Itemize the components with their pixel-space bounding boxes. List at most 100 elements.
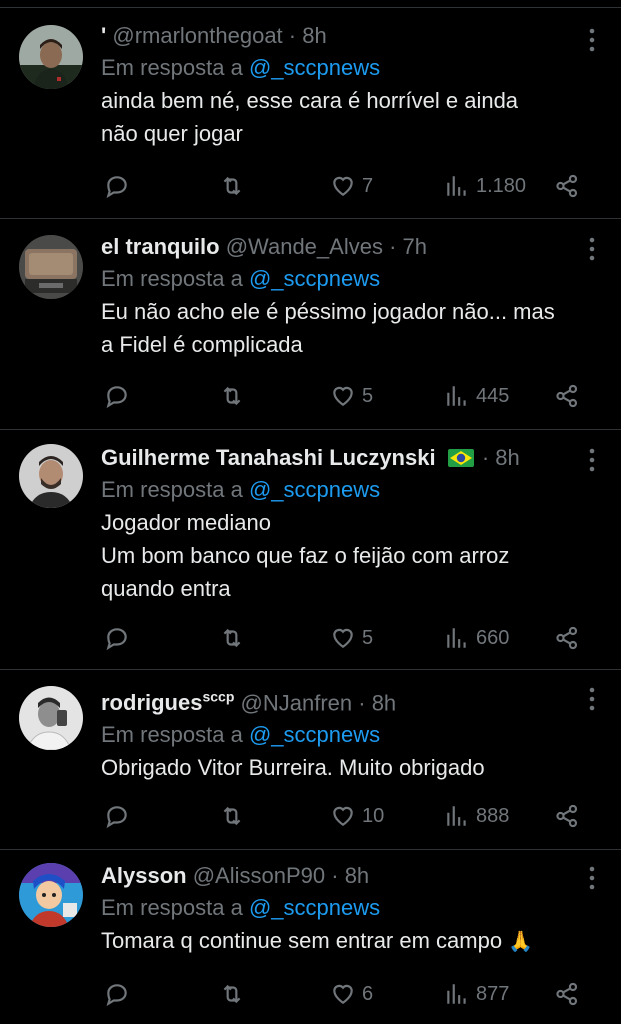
retweet-button[interactable] (219, 801, 245, 831)
view-count: 445 (476, 384, 510, 407)
reply-text: Tomara q continue sem entrar em campo 🙏 (101, 924, 581, 959)
reply-tweet[interactable]: el tranquilo @Wande_Alves · 7h Em respos… (0, 219, 621, 430)
like-button[interactable]: 5 (330, 381, 373, 411)
reply-button[interactable] (104, 623, 130, 653)
views-button[interactable]: 660 (444, 623, 509, 653)
view-count: 660 (476, 626, 510, 649)
display-name[interactable]: Guilherme Tanahashi Luczynski (101, 445, 436, 470)
action-bar: 6 877 (101, 979, 581, 1009)
mention-link[interactable]: @_sccpnews (249, 477, 380, 502)
avatar-image (19, 235, 83, 299)
reply-text-line: a Fidel é complicada (101, 332, 303, 357)
retweet-button[interactable] (219, 381, 245, 411)
reply-header: rodriguessccp @NJanfren · 8h (101, 684, 581, 716)
share-button[interactable] (554, 381, 580, 411)
avatar[interactable] (19, 25, 83, 89)
views-button[interactable]: 888 (444, 801, 509, 831)
action-bar: 5 445 (101, 381, 581, 411)
brazil-flag-icon (447, 449, 474, 467)
avatar[interactable] (19, 863, 83, 927)
avatar[interactable] (19, 235, 83, 299)
share-button[interactable] (554, 171, 580, 201)
reply-prefix: Em resposta a (101, 722, 243, 748)
like-button[interactable]: 5 (330, 623, 373, 653)
separator-dot: · (352, 690, 372, 716)
more-options-icon[interactable] (589, 28, 595, 52)
timestamp[interactable]: 8h (495, 445, 519, 470)
display-name[interactable]: rodriguessccp (101, 689, 234, 716)
reply-prefix: Em resposta a (101, 266, 243, 291)
timestamp[interactable]: 8h (345, 863, 369, 888)
views-button[interactable]: 445 (444, 381, 509, 411)
more-options-icon[interactable] (589, 237, 595, 261)
retweet-button[interactable] (219, 171, 245, 201)
user-handle[interactable]: @Wande_Alves (226, 234, 383, 259)
views-button[interactable]: 877 (444, 979, 509, 1009)
display-name[interactable]: el tranquilo (101, 234, 220, 259)
display-name-text: rodrigues (101, 690, 203, 716)
avatar-image (19, 686, 83, 750)
user-handle[interactable]: @rmarlonthegoat (112, 23, 282, 48)
reply-prefix: Em resposta a (101, 477, 243, 502)
display-name[interactable]: ' (101, 23, 106, 48)
view-count: 1.180 (476, 174, 527, 197)
mention-link[interactable]: @_sccpnews (249, 722, 380, 747)
timestamp[interactable]: 7h (403, 234, 427, 259)
reply-tweet[interactable]: Guilherme Tanahashi Luczynski · 8h Em re… (0, 430, 621, 670)
reply-tweet[interactable]: Alysson @AlissonP90 · 8h Em resposta a @… (0, 850, 621, 1024)
reply-tweet[interactable]: ' @rmarlonthegoat · 8h Em resposta a @_s… (0, 8, 621, 219)
reply-text-line: Obrigado Vitor Burreira. Muito obrigado (101, 755, 485, 781)
views-icon (447, 984, 466, 1004)
mention-link[interactable]: @_sccpnews (249, 55, 380, 80)
share-button[interactable] (554, 801, 580, 831)
mention-link[interactable]: @_sccpnews (249, 266, 380, 291)
views-button[interactable]: 1.180 (444, 171, 526, 201)
share-button[interactable] (554, 623, 580, 653)
separator-dot: · (382, 234, 403, 259)
reply-context: Em resposta a @_sccpnews (101, 722, 581, 748)
reply-button[interactable] (104, 171, 130, 201)
reply-header: Guilherme Tanahashi Luczynski · 8h (101, 445, 581, 471)
like-count: 10 (362, 804, 385, 827)
reply-header: Alysson @AlissonP90 · 8h (101, 863, 581, 889)
reply-button[interactable] (104, 801, 130, 831)
like-button[interactable]: 10 (330, 801, 384, 831)
reply-tweet[interactable]: rodriguessccp @NJanfren · 8h Em resposta… (0, 670, 621, 850)
timestamp[interactable]: 8h (372, 690, 396, 715)
retweet-icon (223, 628, 241, 648)
reply-text: Eu não acho ele é péssimo jogador não...… (101, 295, 581, 361)
reply-text-line: Eu não acho ele é péssimo jogador não...… (101, 299, 555, 324)
retweet-button[interactable] (219, 979, 245, 1009)
retweet-button[interactable] (219, 623, 245, 653)
more-options-icon[interactable] (589, 866, 595, 890)
reply-text: ainda bem né, esse cara é horrível e ain… (101, 84, 581, 150)
display-name[interactable]: Alysson (101, 863, 187, 888)
avatar[interactable] (19, 444, 83, 508)
avatar-image (19, 863, 83, 927)
more-options-icon[interactable] (589, 448, 595, 472)
avatar-image (19, 444, 83, 508)
share-button[interactable] (554, 979, 580, 1009)
views-icon (447, 628, 466, 648)
user-handle[interactable]: @NJanfren (241, 690, 353, 715)
mention-link[interactable]: @_sccpnews (249, 895, 380, 920)
reply-button[interactable] (104, 979, 130, 1009)
more-options-icon[interactable] (589, 687, 595, 711)
avatar[interactable] (19, 686, 83, 750)
like-button[interactable]: 6 (330, 979, 373, 1009)
retweet-icon (223, 806, 241, 826)
view-count: 888 (476, 804, 510, 827)
reply-context: Em resposta a @_sccpnews (101, 266, 581, 292)
user-handle[interactable]: @AlissonP90 (193, 863, 325, 888)
like-count: 7 (362, 174, 374, 197)
reply-button[interactable] (104, 381, 130, 411)
reply-text-line: quando entra (101, 576, 231, 601)
reply-header: ' @rmarlonthegoat · 8h (101, 23, 581, 49)
share-icon (556, 626, 578, 650)
timestamp[interactable]: 8h (302, 23, 326, 48)
like-button[interactable]: 7 (330, 171, 373, 201)
views-icon (447, 176, 466, 196)
reply-text: Obrigado Vitor Burreira. Muito obrigado (101, 751, 581, 784)
heart-icon (333, 984, 353, 1004)
heart-icon (333, 806, 353, 826)
